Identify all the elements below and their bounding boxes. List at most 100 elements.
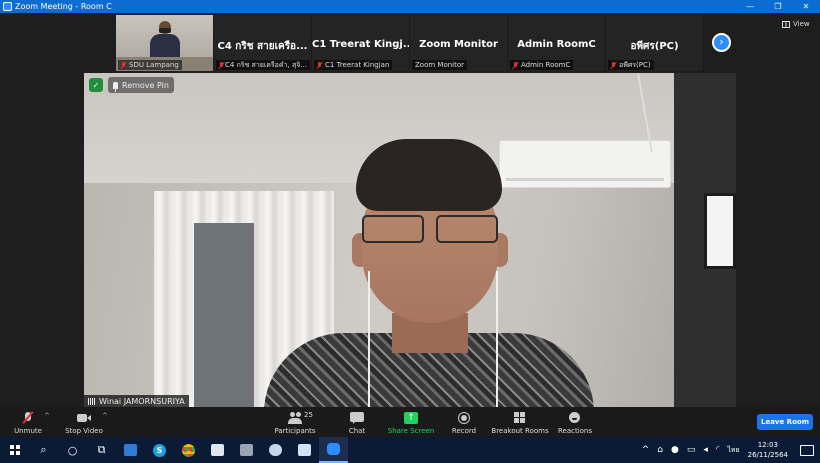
participant-display-name: Zoom Monitor — [419, 39, 498, 50]
participant-name-label: C4 กริช สายเครือคำ, สุจิ... — [216, 60, 310, 70]
cortana-circle-icon: ○ — [67, 443, 78, 457]
taskbar-app-skype[interactable]: S — [145, 437, 174, 463]
meet-now-icon[interactable]: ⌂ — [657, 445, 663, 455]
participant-strip: SDU Lampang C4 กริช สายเครือ... C4 กริช … — [116, 15, 706, 71]
mic-muted-icon — [121, 61, 127, 69]
participants-icon — [288, 412, 302, 424]
taskbar-app-files[interactable] — [290, 437, 319, 463]
input-language[interactable]: ไทย — [727, 445, 739, 456]
breakout-rooms-label: Breakout Rooms — [491, 427, 549, 435]
view-label: View — [793, 20, 810, 28]
record-icon — [457, 412, 471, 424]
video-options-caret-icon[interactable]: ^ — [102, 412, 108, 420]
wifi-icon[interactable]: ◜ — [716, 445, 720, 455]
outlook-icon — [124, 444, 137, 456]
participant-name-label: อพีศร(PC) — [608, 60, 654, 70]
close-button[interactable]: ✕ — [792, 0, 820, 13]
participant-name-label: SDU Lampang — [118, 60, 182, 70]
participant-display-name: C4 กริช สายเครือ... — [217, 41, 308, 52]
active-speaker-video[interactable]: ✓ Remove Pin Winai JAMORNSURIYA — [84, 73, 736, 407]
search-button[interactable]: ⌕ — [29, 437, 58, 463]
leave-room-button[interactable]: Leave Room — [757, 414, 813, 430]
view-button[interactable]: View — [782, 20, 810, 28]
microphone-muted-icon — [21, 412, 35, 424]
participant-name: C4 กริช สายเครือคำ, สุจิ... — [225, 61, 307, 69]
participant-display-name: อพีศร(PC) — [630, 41, 679, 52]
breakout-rooms-icon — [513, 412, 527, 424]
restore-button[interactable]: ❐ — [764, 0, 792, 13]
participant-thumbnail-2[interactable]: C1 Treerat Kingj... C1 Treerat Kingjan — [312, 15, 410, 71]
taskbar-app-camera[interactable] — [232, 437, 261, 463]
taskbar-app-outlook[interactable] — [116, 437, 145, 463]
unmute-label: Unmute — [14, 427, 42, 435]
taskbar-app-zoom[interactable] — [319, 437, 348, 463]
next-page-arrow-icon[interactable]: › — [712, 33, 731, 52]
system-tray: ^ ⌂ ● ▭ ◂ ◜ ไทย 12:03 26/11/2564 — [638, 437, 820, 463]
breakout-rooms-button[interactable]: Breakout Rooms — [490, 407, 550, 437]
reactions-smiley-icon — [568, 412, 582, 424]
chat-bubble-icon — [350, 412, 364, 424]
files-icon — [298, 444, 311, 456]
participant-name-label: Zoom Monitor — [412, 60, 468, 70]
start-button[interactable] — [0, 437, 29, 463]
signal-strength-icon — [88, 397, 96, 405]
mic-muted-icon — [317, 61, 323, 69]
share-screen-icon — [404, 412, 418, 424]
stop-video-button[interactable]: Stop Video — [62, 407, 106, 437]
chat-label: Chat — [348, 427, 366, 435]
participant-thumbnail-4[interactable]: Admin RoomC Admin RoomC — [508, 15, 606, 71]
cortana-button[interactable]: ○ — [58, 437, 87, 463]
meeting-controls-toolbar: Unmute ^ Stop Video ^ Participants 25 Ch… — [0, 407, 820, 437]
taskbar-clock[interactable]: 12:03 26/11/2564 — [748, 440, 788, 460]
participant-name: SDU Lampang — [129, 61, 179, 69]
windows-logo-icon — [9, 445, 20, 455]
taskbar-app-paint[interactable] — [261, 437, 290, 463]
record-button[interactable]: Record — [448, 407, 480, 437]
paint-icon — [269, 444, 282, 456]
participant-name: Zoom Monitor — [415, 61, 465, 69]
video-background-window — [194, 223, 254, 407]
participant-display-name: C1 Treerat Kingj... — [312, 39, 409, 50]
participants-label: Participants — [274, 427, 316, 435]
stop-video-label: Stop Video — [65, 427, 103, 435]
show-hidden-icons-chevron-icon[interactable]: ^ — [642, 445, 650, 455]
participant-thumbnail-1[interactable]: C4 กริช สายเครือ... C4 กริช สายเครือคำ, … — [214, 15, 312, 71]
chat-button[interactable]: Chat — [342, 407, 372, 437]
speaker-figure — [264, 133, 594, 407]
grid-icon — [782, 20, 790, 28]
participant-display-name: Admin RoomC — [517, 39, 596, 50]
zoom-icon — [327, 443, 340, 455]
battery-icon[interactable]: ▭ — [687, 445, 696, 455]
taskbar-app-chrome[interactable] — [174, 437, 203, 463]
share-screen-button[interactable]: Share Screen — [386, 407, 436, 437]
taskbar-app-onedrive[interactable] — [203, 437, 232, 463]
task-view-button[interactable]: ⧉ — [87, 437, 116, 463]
audio-options-caret-icon[interactable]: ^ — [44, 412, 50, 420]
minimize-button[interactable]: — — [736, 0, 764, 13]
search-icon: ⌕ — [40, 443, 47, 456]
speaker-volume-icon[interactable]: ◂ — [703, 445, 708, 455]
microphone-icon[interactable]: ● — [671, 445, 679, 455]
participant-thumbnail-3[interactable]: Zoom Monitor Zoom Monitor — [410, 15, 508, 71]
reactions-button[interactable]: Reactions — [556, 407, 594, 437]
mic-muted-icon — [513, 61, 519, 69]
video-background-picture-frame — [704, 193, 736, 269]
participant-name: อพีศร(PC) — [619, 61, 651, 69]
remove-pin-button[interactable]: Remove Pin — [108, 77, 174, 93]
encryption-shield-icon[interactable]: ✓ — [89, 78, 103, 92]
participant-thumbnail-5[interactable]: อพีศร(PC) อพีศร(PC) — [606, 15, 704, 71]
participant-thumbnail-0[interactable]: SDU Lampang — [116, 15, 214, 71]
mic-muted-icon — [219, 61, 223, 69]
participant-name-label: C1 Treerat Kingjan — [314, 60, 393, 70]
clock-time: 12:03 — [757, 441, 778, 449]
chrome-icon — [182, 443, 195, 457]
task-view-icon: ⧉ — [97, 443, 106, 456]
speaker-name: Winai JAMORNSURIYA — [99, 396, 185, 406]
notification-center-icon[interactable] — [800, 444, 814, 456]
video-camera-icon — [77, 412, 91, 424]
camera-icon — [240, 444, 253, 456]
unmute-button[interactable]: Unmute — [10, 407, 46, 437]
reactions-label: Reactions — [557, 427, 593, 435]
share-screen-label: Share Screen — [387, 427, 435, 435]
speaker-name-label: Winai JAMORNSURIYA — [84, 395, 189, 407]
